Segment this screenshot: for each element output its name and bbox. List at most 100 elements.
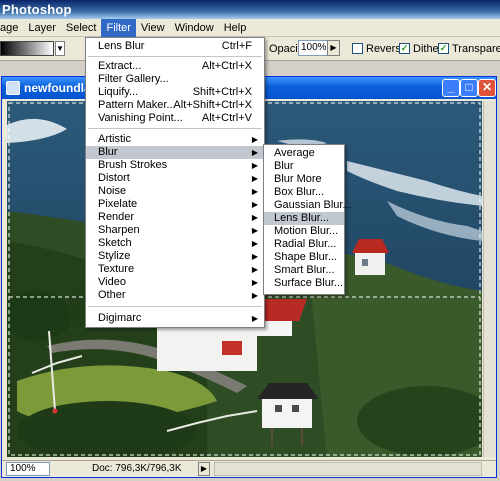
menu-item-video[interactable]: Video ▶ bbox=[86, 276, 264, 289]
reverse-checkbox[interactable] bbox=[352, 43, 363, 54]
vertical-scrollbar[interactable] bbox=[483, 101, 496, 457]
menu-item-sharpen[interactable]: Sharpen ▶ bbox=[86, 224, 264, 237]
menu-item-extract[interactable]: Extract... Alt+Ctrl+X bbox=[86, 60, 264, 73]
menu-item-shape-blur[interactable]: Shape Blur... bbox=[264, 251, 344, 264]
menu-item-smart-blur[interactable]: Smart Blur... bbox=[264, 264, 344, 277]
menu-item-distort[interactable]: Distort ▶ bbox=[86, 172, 264, 185]
menu-item-vanishing-point[interactable]: Vanishing Point... Alt+Ctrl+V bbox=[86, 112, 264, 125]
menu-item-label: Extract... bbox=[98, 60, 142, 72]
submenu-arrow-icon: ▶ bbox=[251, 265, 258, 274]
menu-layer[interactable]: Layer bbox=[23, 19, 61, 37]
menu-item-label: Stylize bbox=[98, 250, 131, 262]
menu-item-filter-gallery[interactable]: Filter Gallery... bbox=[86, 73, 264, 86]
menu-help[interactable]: Help bbox=[219, 19, 252, 37]
filter-menu: Lens Blur Ctrl+F Extract... Alt+Ctrl+X F… bbox=[85, 37, 265, 328]
blur-submenu: Average Blur Blur More Box Blur... Gauss… bbox=[263, 144, 352, 295]
menu-item-label: Brush Strokes bbox=[98, 159, 168, 171]
dither-checkbox[interactable]: ✓ bbox=[399, 43, 410, 54]
menu-item-label: Noise bbox=[98, 185, 127, 197]
menu-item-label: Texture bbox=[98, 263, 135, 275]
menu-item-surface-blur[interactable]: Surface Blur... bbox=[264, 277, 344, 290]
status-bar: 100% Doc: 796,3K/796,3K ▶ bbox=[2, 460, 496, 477]
menu-item-blur-more[interactable]: Blur More bbox=[264, 173, 344, 186]
menu-item-label: Blur bbox=[98, 146, 118, 158]
menu-item-label: Sharpen bbox=[98, 224, 140, 236]
menu-item-sketch[interactable]: Sketch ▶ bbox=[86, 237, 264, 250]
menu-item-last-filter[interactable]: Lens Blur Ctrl+F bbox=[86, 40, 264, 53]
menu-item-liquify[interactable]: Liquify... Shift+Ctrl+X bbox=[86, 86, 264, 99]
menu-separator bbox=[88, 56, 262, 57]
menu-item-label: Pattern Maker... bbox=[98, 99, 176, 111]
menu-item-noise[interactable]: Noise ▶ bbox=[86, 185, 264, 198]
menu-item-motion-blur[interactable]: Motion Blur... bbox=[264, 225, 344, 238]
menu-item-label: Sketch bbox=[98, 237, 132, 249]
opacity-arrow-icon[interactable]: ▶ bbox=[327, 40, 340, 56]
menu-item-label: Digimarc bbox=[98, 312, 142, 324]
submenu-arrow-icon: ▶ bbox=[251, 161, 258, 170]
menu-item-brush-strokes[interactable]: Brush Strokes ▶ bbox=[86, 159, 264, 172]
menu-window[interactable]: Window bbox=[170, 19, 219, 37]
submenu-arrow-icon: ▶ bbox=[251, 174, 258, 183]
menu-item-lens-blur[interactable]: Lens Blur... bbox=[264, 212, 344, 225]
menu-item-shortcut: Shift+Ctrl+X bbox=[192, 86, 252, 98]
gradient-swatch[interactable] bbox=[0, 41, 54, 56]
submenu-arrow-icon: ▶ bbox=[251, 278, 258, 287]
menu-item-label: Other bbox=[98, 289, 126, 301]
menu-item-other[interactable]: Other ▶ bbox=[86, 289, 264, 302]
menu-item-pattern-maker[interactable]: Pattern Maker... Alt+Shift+Ctrl+X bbox=[86, 99, 264, 112]
menu-item-render[interactable]: Render ▶ bbox=[86, 211, 264, 224]
menu-item-pixelate[interactable]: Pixelate ▶ bbox=[86, 198, 264, 211]
horizontal-scrollbar[interactable] bbox=[214, 462, 482, 476]
status-menu-arrow-icon[interactable]: ▶ bbox=[198, 462, 210, 476]
menu-view[interactable]: View bbox=[136, 19, 170, 37]
transparency-checkbox[interactable]: ✓ bbox=[438, 43, 449, 54]
menu-item-digimarc[interactable]: Digimarc ▶ bbox=[86, 312, 264, 325]
last-filter-shortcut: Ctrl+F bbox=[221, 40, 252, 52]
menu-item-texture[interactable]: Texture ▶ bbox=[86, 263, 264, 276]
menu-select[interactable]: Select bbox=[61, 19, 102, 37]
opacity-input[interactable]: 100% bbox=[298, 40, 328, 56]
submenu-arrow-icon: ▶ bbox=[251, 187, 258, 196]
submenu-arrow-icon: ▶ bbox=[251, 252, 258, 261]
menu-image[interactable]: age bbox=[0, 19, 23, 37]
menu-item-blur[interactable]: Blur ▶ bbox=[86, 146, 264, 159]
submenu-arrow-icon: ▶ bbox=[251, 226, 258, 235]
menu-item-label: Pixelate bbox=[98, 198, 138, 210]
menu-separator bbox=[88, 306, 262, 307]
menu-item-radial-blur[interactable]: Radial Blur... bbox=[264, 238, 344, 251]
menu-item-blur-basic[interactable]: Blur bbox=[264, 160, 344, 173]
menu-item-box-blur[interactable]: Box Blur... bbox=[264, 186, 344, 199]
submenu-arrow-icon: ▶ bbox=[251, 291, 258, 300]
submenu-arrow-icon: ▶ bbox=[251, 213, 258, 222]
menu-item-label: Distort bbox=[98, 172, 130, 184]
transparency-label: Transparency bbox=[452, 43, 500, 55]
menu-filter[interactable]: Filter bbox=[101, 18, 136, 37]
menu-separator bbox=[88, 128, 262, 129]
menu-item-label: Liquify... bbox=[98, 86, 139, 98]
menu-bar: age Layer Select Filter View Window Help bbox=[0, 18, 500, 37]
menu-item-gaussian-blur[interactable]: Gaussian Blur... bbox=[264, 199, 352, 212]
submenu-arrow-icon: ▶ bbox=[251, 135, 258, 144]
menu-item-label: Filter Gallery... bbox=[98, 73, 169, 85]
close-icon[interactable]: ✕ bbox=[478, 79, 496, 97]
menu-item-label: Render bbox=[98, 211, 135, 223]
zoom-field[interactable]: 100% bbox=[6, 462, 50, 476]
menu-item-label: Video bbox=[98, 276, 126, 288]
last-filter-label: Lens Blur bbox=[98, 40, 145, 52]
maximize-icon[interactable]: □ bbox=[460, 79, 478, 97]
menu-item-shortcut: Alt+Ctrl+V bbox=[201, 112, 252, 124]
app-title-bar: Photoshop bbox=[0, 0, 500, 19]
submenu-arrow-icon: ▶ bbox=[251, 148, 258, 157]
menu-item-average[interactable]: Average bbox=[264, 147, 344, 160]
submenu-arrow-icon: ▶ bbox=[251, 314, 258, 323]
menu-item-shortcut: Alt+Shift+Ctrl+X bbox=[173, 99, 252, 111]
menu-item-artistic[interactable]: Artistic ▶ bbox=[86, 133, 264, 146]
menu-item-shortcut: Alt+Ctrl+X bbox=[201, 60, 252, 72]
doc-size-info: Doc: 796,3K/796,3K bbox=[92, 463, 182, 474]
submenu-arrow-icon: ▶ bbox=[251, 239, 258, 248]
minimize-icon[interactable]: _ bbox=[442, 79, 460, 97]
submenu-arrow-icon: ▶ bbox=[251, 200, 258, 209]
menu-item-stylize[interactable]: Stylize ▶ bbox=[86, 250, 264, 263]
gradient-dropdown-icon[interactable]: ▼ bbox=[55, 41, 65, 56]
menu-item-label: Vanishing Point... bbox=[98, 112, 183, 124]
